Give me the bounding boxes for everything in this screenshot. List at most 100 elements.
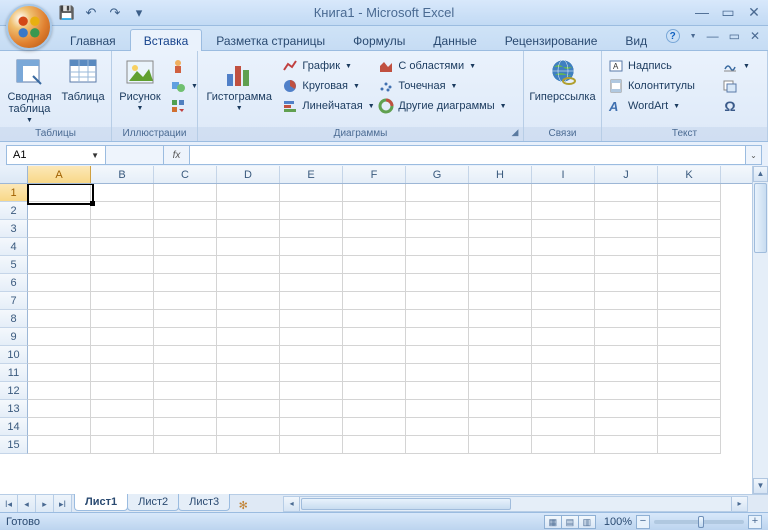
cell-F8[interactable] bbox=[343, 310, 406, 328]
header-footer-button[interactable]: Колонтитулы bbox=[606, 77, 716, 95]
cell-D11[interactable] bbox=[217, 364, 280, 382]
new-sheet-button[interactable]: ✻ bbox=[233, 499, 253, 512]
cell-K14[interactable] bbox=[658, 418, 721, 436]
ribbon-restore-button[interactable]: ▭ bbox=[729, 29, 740, 43]
cell-I8[interactable] bbox=[532, 310, 595, 328]
smartart-button[interactable] bbox=[168, 97, 200, 115]
cell-F5[interactable] bbox=[343, 256, 406, 274]
cell-F3[interactable] bbox=[343, 220, 406, 238]
cell-A10[interactable] bbox=[28, 346, 91, 364]
pivot-table-button[interactable]: Сводная таблица ▼ bbox=[4, 55, 55, 126]
cell-D13[interactable] bbox=[217, 400, 280, 418]
cell-A3[interactable] bbox=[28, 220, 91, 238]
cell-J13[interactable] bbox=[595, 400, 658, 418]
undo-button[interactable]: ↶ bbox=[82, 4, 100, 22]
cell-I4[interactable] bbox=[532, 238, 595, 256]
row-header-10[interactable]: 10 bbox=[0, 346, 28, 364]
cell-H11[interactable] bbox=[469, 364, 532, 382]
scroll-up-button[interactable]: ▲ bbox=[753, 166, 768, 182]
formula-bar-expand[interactable]: ⌄ bbox=[746, 145, 762, 165]
cell-C1[interactable] bbox=[154, 184, 217, 202]
cell-C4[interactable] bbox=[154, 238, 217, 256]
cell-C9[interactable] bbox=[154, 328, 217, 346]
cell-B5[interactable] bbox=[91, 256, 154, 274]
tab-data[interactable]: Данные bbox=[419, 29, 490, 51]
cell-A2[interactable] bbox=[28, 202, 91, 220]
cell-H6[interactable] bbox=[469, 274, 532, 292]
cell-J14[interactable] bbox=[595, 418, 658, 436]
cell-G7[interactable] bbox=[406, 292, 469, 310]
cell-K8[interactable] bbox=[658, 310, 721, 328]
cell-I6[interactable] bbox=[532, 274, 595, 292]
row-header-14[interactable]: 14 bbox=[0, 418, 28, 436]
bar-chart-button[interactable]: Линейчатая▼ bbox=[280, 97, 372, 115]
cell-B15[interactable] bbox=[91, 436, 154, 454]
cell-C6[interactable] bbox=[154, 274, 217, 292]
cell-G15[interactable] bbox=[406, 436, 469, 454]
row-header-15[interactable]: 15 bbox=[0, 436, 28, 454]
row-header-12[interactable]: 12 bbox=[0, 382, 28, 400]
page-break-view-button[interactable]: ▥ bbox=[578, 515, 596, 529]
cell-H4[interactable] bbox=[469, 238, 532, 256]
sheet-last-button[interactable]: ▸I bbox=[54, 495, 72, 512]
cell-H9[interactable] bbox=[469, 328, 532, 346]
cell-A4[interactable] bbox=[28, 238, 91, 256]
sheet-tab-1[interactable]: Лист1 bbox=[74, 494, 128, 511]
cell-B9[interactable] bbox=[91, 328, 154, 346]
cell-J15[interactable] bbox=[595, 436, 658, 454]
cell-I1[interactable] bbox=[532, 184, 595, 202]
tab-insert[interactable]: Вставка bbox=[130, 29, 203, 51]
cell-C11[interactable] bbox=[154, 364, 217, 382]
cell-G10[interactable] bbox=[406, 346, 469, 364]
cell-C12[interactable] bbox=[154, 382, 217, 400]
hyperlink-button[interactable]: Гиперссылка bbox=[528, 55, 597, 105]
zoom-out-button[interactable]: − bbox=[636, 515, 650, 529]
cell-K11[interactable] bbox=[658, 364, 721, 382]
cell-J4[interactable] bbox=[595, 238, 658, 256]
tab-review[interactable]: Рецензирование bbox=[491, 29, 612, 51]
wordart-button[interactable]: AWordArt▼ bbox=[606, 97, 716, 115]
cell-K7[interactable] bbox=[658, 292, 721, 310]
cell-H3[interactable] bbox=[469, 220, 532, 238]
sheet-tab-2[interactable]: Лист2 bbox=[127, 494, 179, 511]
cell-C15[interactable] bbox=[154, 436, 217, 454]
cell-E5[interactable] bbox=[280, 256, 343, 274]
cell-A7[interactable] bbox=[28, 292, 91, 310]
cell-A11[interactable] bbox=[28, 364, 91, 382]
zoom-percent[interactable]: 100% bbox=[604, 516, 632, 528]
cell-H2[interactable] bbox=[469, 202, 532, 220]
cell-F6[interactable] bbox=[343, 274, 406, 292]
cell-F4[interactable] bbox=[343, 238, 406, 256]
cell-J8[interactable] bbox=[595, 310, 658, 328]
ribbon-close-button[interactable]: ✕ bbox=[750, 29, 760, 43]
signature-line-button[interactable]: ▼ bbox=[720, 57, 752, 75]
tab-formulas[interactable]: Формулы bbox=[339, 29, 419, 51]
tab-page-layout[interactable]: Разметка страницы bbox=[202, 29, 339, 51]
cell-B8[interactable] bbox=[91, 310, 154, 328]
cell-G11[interactable] bbox=[406, 364, 469, 382]
cell-E13[interactable] bbox=[280, 400, 343, 418]
cell-G1[interactable] bbox=[406, 184, 469, 202]
cell-E14[interactable] bbox=[280, 418, 343, 436]
cell-H10[interactable] bbox=[469, 346, 532, 364]
cell-D9[interactable] bbox=[217, 328, 280, 346]
col-header-F[interactable]: F bbox=[343, 166, 406, 183]
row-header-7[interactable]: 7 bbox=[0, 292, 28, 310]
fx-button[interactable]: fx bbox=[164, 145, 190, 165]
cell-D10[interactable] bbox=[217, 346, 280, 364]
zoom-slider[interactable] bbox=[654, 520, 744, 524]
cell-F1[interactable] bbox=[343, 184, 406, 202]
cell-F12[interactable] bbox=[343, 382, 406, 400]
cell-J11[interactable] bbox=[595, 364, 658, 382]
other-charts-button[interactable]: Другие диаграммы▼ bbox=[376, 97, 519, 115]
cell-E7[interactable] bbox=[280, 292, 343, 310]
redo-button[interactable]: ↷ bbox=[106, 4, 124, 22]
row-header-4[interactable]: 4 bbox=[0, 238, 28, 256]
col-header-H[interactable]: H bbox=[469, 166, 532, 183]
cell-D1[interactable] bbox=[217, 184, 280, 202]
cell-B1[interactable] bbox=[91, 184, 154, 202]
cell-G3[interactable] bbox=[406, 220, 469, 238]
cell-H7[interactable] bbox=[469, 292, 532, 310]
scroll-right-button[interactable]: ▸ bbox=[731, 497, 747, 511]
cell-I9[interactable] bbox=[532, 328, 595, 346]
